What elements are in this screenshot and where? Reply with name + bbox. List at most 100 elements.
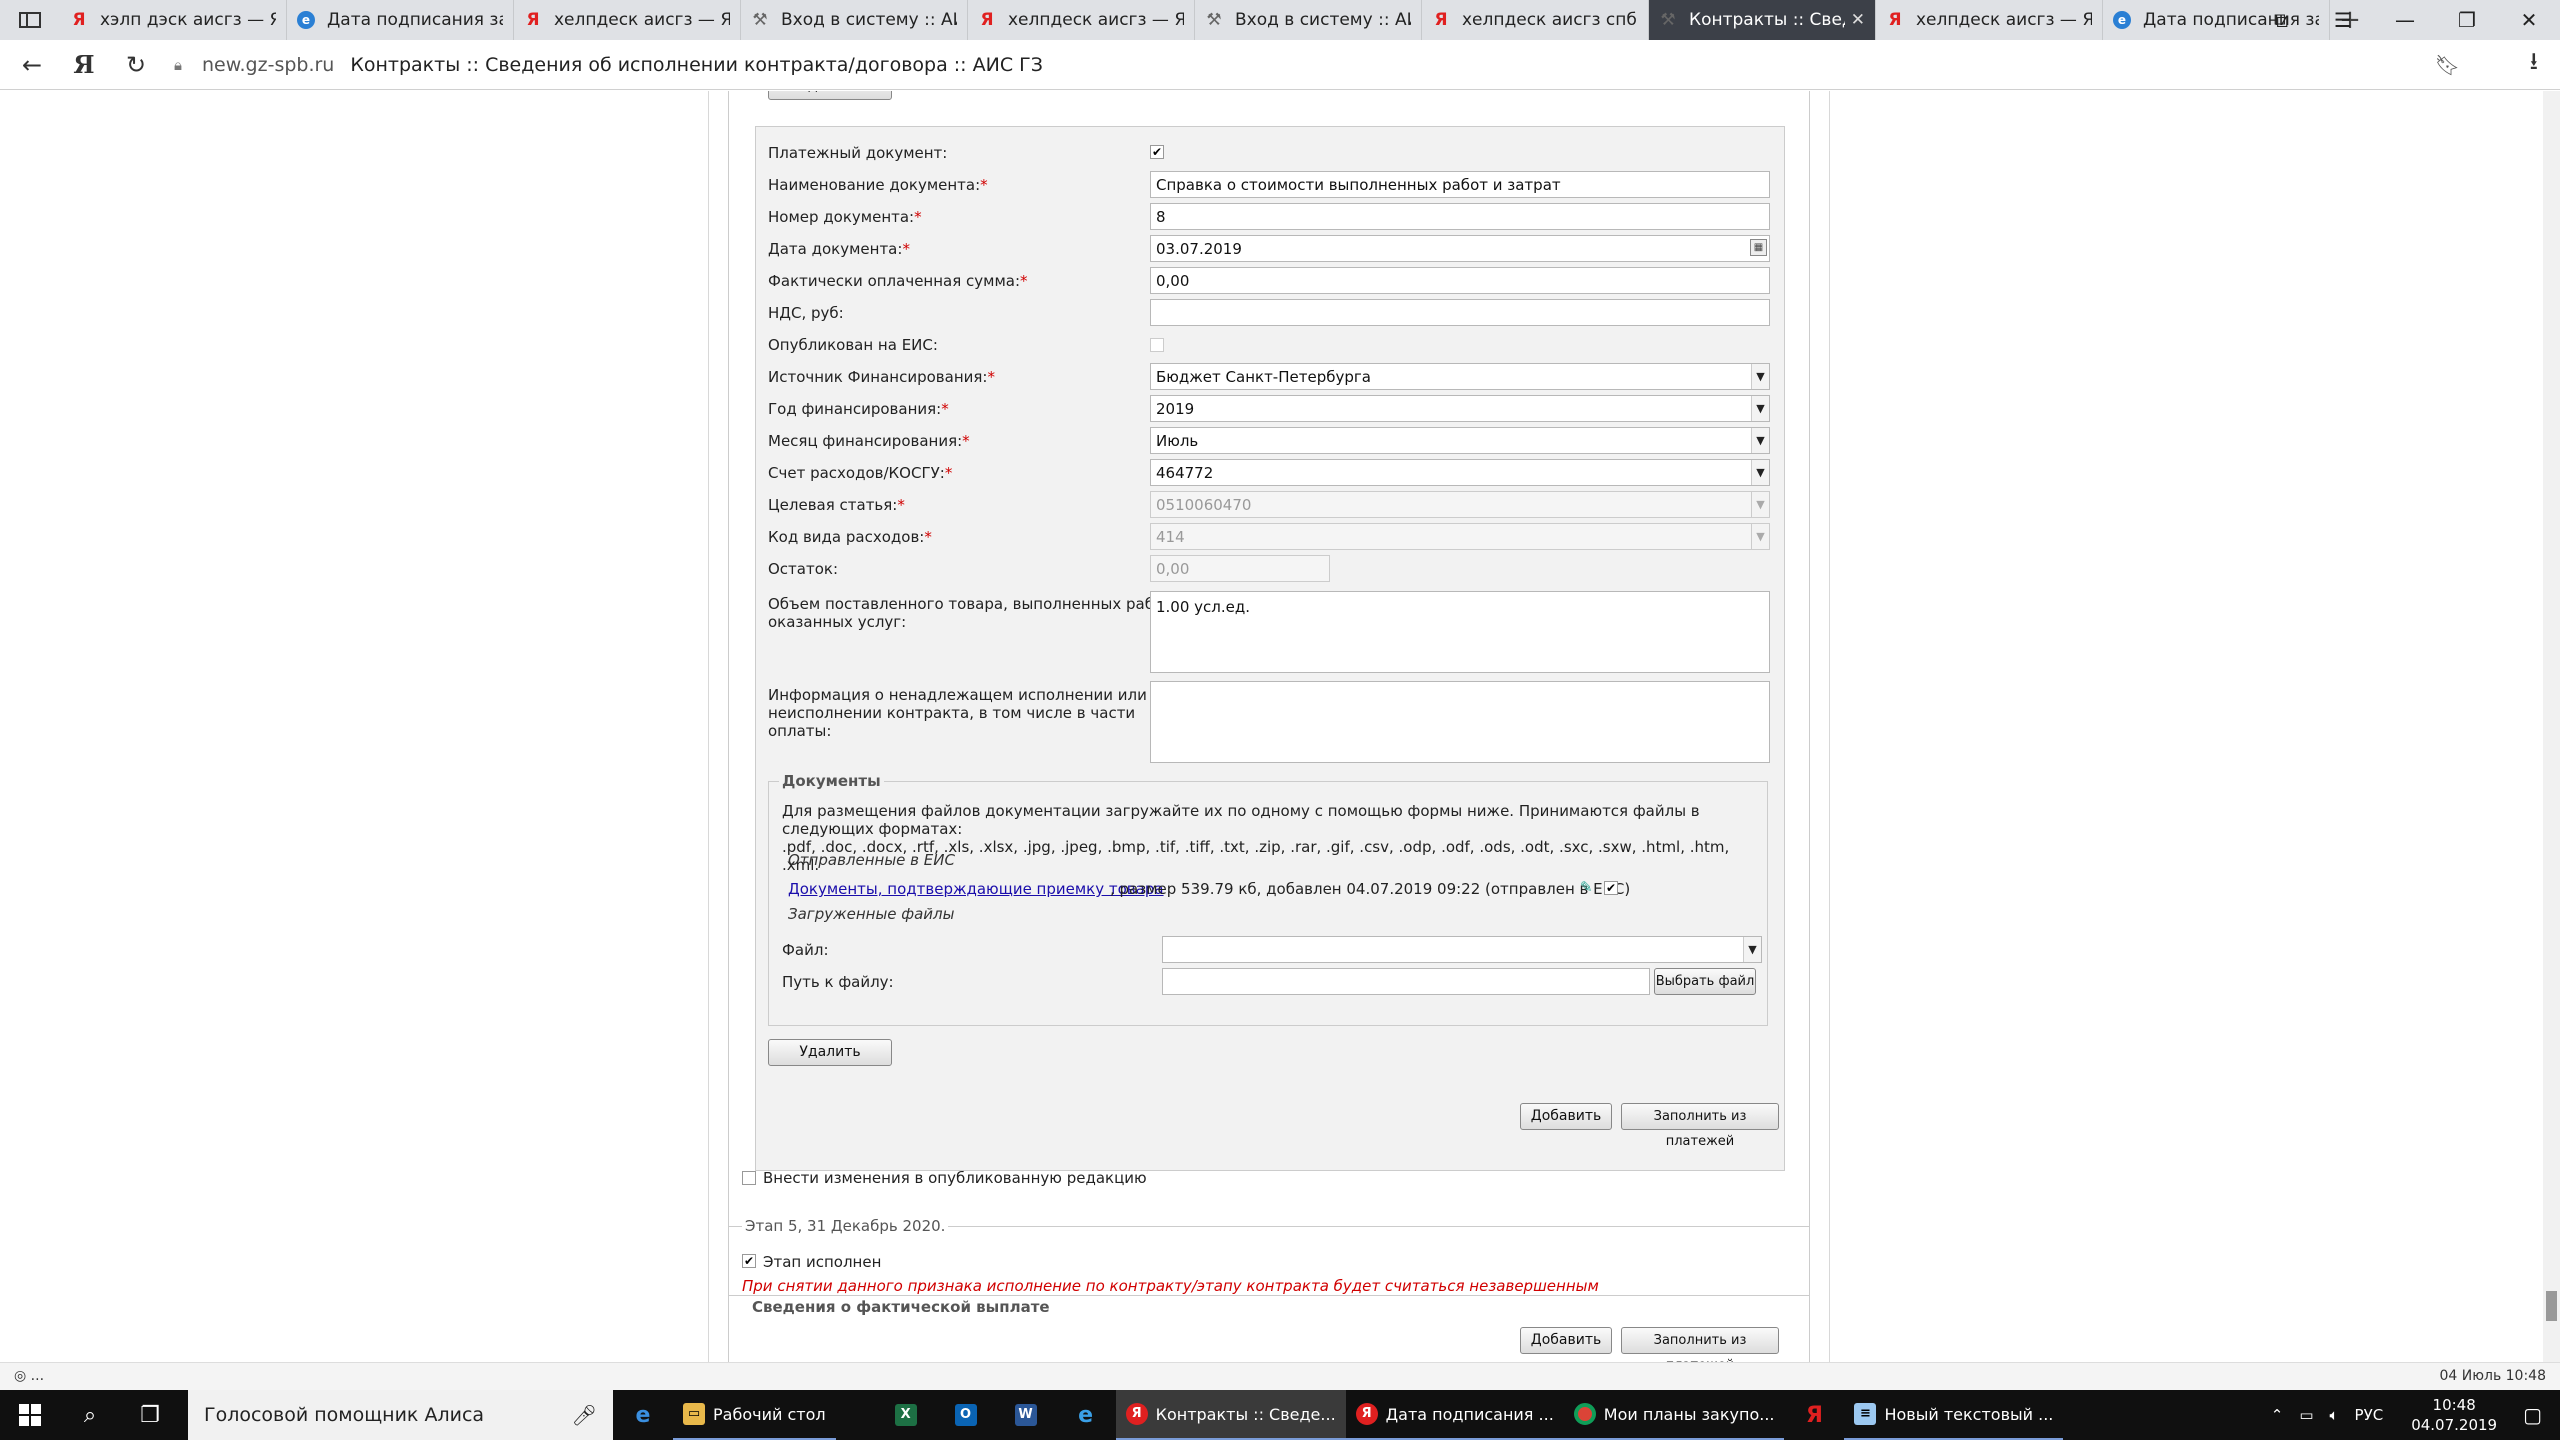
tab-8[interactable]: Яхелпдеск аисгз — Ян	[1876, 0, 2103, 40]
url-page-title[interactable]: Контракты :: Сведения об исполнении конт…	[350, 54, 1043, 76]
ie-icon[interactable]: e	[1056, 1390, 1116, 1440]
fill-from-payments-button[interactable]: Заполнить из платежей	[1621, 1103, 1779, 1149]
delete-button[interactable]: Удалить	[768, 1039, 892, 1066]
sign-icon[interactable]: ✎	[1580, 878, 1593, 896]
sidebar-toggle-icon[interactable]	[0, 0, 60, 40]
source-select[interactable]: Бюджет Санкт-Петербурга ▼	[1150, 363, 1770, 390]
download-icon[interactable]: ⭳	[2530, 44, 2538, 85]
taskbar-app-chrome[interactable]: Мои планы закупо...	[1563, 1390, 1785, 1440]
tab-5[interactable]: ⚒ Вход в систему :: АИС	[1195, 0, 1422, 40]
ais-icon: ⚒	[1206, 10, 1222, 30]
tab-0[interactable]: Яхэлп дэск аисгз — Ян	[60, 0, 287, 40]
scrollbar-thumb[interactable]	[2546, 1291, 2557, 1321]
chevron-down-icon: ▼	[1751, 364, 1769, 389]
stage-done-label[interactable]: Этап исполнен	[763, 1253, 881, 1271]
clock[interactable]: 10:48 04.07.2019	[2411, 1395, 2497, 1435]
doc-name-input[interactable]: Справка о стоимости выполненных работ и …	[1150, 171, 1770, 198]
choose-file-button[interactable]: Выбрать файл	[1654, 968, 1756, 995]
yandex-icon[interactable]: Я	[1784, 1390, 1844, 1440]
ie-icon: e	[297, 11, 315, 29]
minimize-button[interactable]: —	[2374, 0, 2436, 40]
paid-sum-label: Фактически оплаченная сумма:*	[768, 272, 1028, 290]
expense-code-select: 414 ▼	[1150, 523, 1770, 550]
file-label: Файл:	[782, 941, 829, 959]
outlook-icon[interactable]: O	[936, 1390, 996, 1440]
month-select[interactable]: Июль ▼	[1150, 427, 1770, 454]
account-select[interactable]: 464772 ▼	[1150, 459, 1770, 486]
calendar-icon[interactable]: ▦	[1750, 239, 1767, 256]
stage-done-checkbox[interactable]: ✔	[742, 1254, 756, 1268]
fill-from-payments-button-stage5[interactable]: Заполнить из платежей	[1621, 1327, 1779, 1362]
taskbar-app-notepad[interactable]: ≡ Новый текстовый ...	[1844, 1390, 2064, 1440]
tab-7[interactable]: ⚒ Контракты :: Сведе ✕	[1649, 0, 1876, 40]
yandex-icon: Я	[526, 10, 540, 30]
tabs-menu-icon[interactable]: ⧉	[2250, 0, 2312, 40]
search-icon[interactable]: ⌕	[60, 1390, 120, 1440]
year-select[interactable]: 2019 ▼	[1150, 395, 1770, 422]
volume-icon[interactable]: 🔈︎	[2330, 1406, 2339, 1424]
tab-3[interactable]: ⚒ Вход в систему :: АИС	[741, 0, 968, 40]
taskbar-app-desktop[interactable]: ▭ Рабочий стол	[673, 1390, 836, 1440]
url-domain[interactable]: new.gz-spb.ru	[202, 54, 334, 76]
delete-button-top[interactable]: Удалить	[768, 91, 892, 100]
payment-doc-checkbox[interactable]: ✔	[1150, 145, 1164, 159]
taskbar-app-date[interactable]: Я Дата подписания ...	[1345, 1390, 1564, 1440]
maximize-button[interactable]: ❐	[2436, 0, 2498, 40]
bookmark-icon[interactable]: 🔖︎	[2435, 53, 2460, 77]
file-sent-checkbox[interactable]: ✔	[1604, 881, 1618, 895]
windows-start-icon[interactable]	[0, 1390, 60, 1440]
edge-icon[interactable]: e	[613, 1390, 673, 1440]
yandex-logo-icon[interactable]: Я	[64, 45, 104, 85]
doc-date-input[interactable]: 03.07.2019 ▦	[1150, 235, 1770, 262]
menu-icon[interactable]: ☰	[2312, 0, 2374, 40]
target-label: Целевая статья:*	[768, 496, 905, 514]
paid-sum-input[interactable]: 0,00	[1150, 267, 1770, 294]
chevron-down-icon: ▼	[1751, 492, 1769, 517]
doc-name-label: Наименование документа:*	[768, 176, 988, 194]
improper-textarea[interactable]	[1150, 681, 1770, 763]
notifications-icon[interactable]: ▢	[2523, 1403, 2542, 1427]
add-button[interactable]: Добавить	[1520, 1103, 1612, 1130]
vertical-scrollbar[interactable]	[2543, 91, 2560, 1362]
close-window-button[interactable]: ✕	[2498, 0, 2560, 40]
tab-6[interactable]: Яхелпдеск аисгз спб —	[1422, 0, 1649, 40]
publish-changes-label[interactable]: Внести изменения в опубликованную редакц…	[763, 1169, 1147, 1187]
add-button-stage5[interactable]: Добавить	[1520, 1327, 1612, 1354]
doc-number-input[interactable]: 8	[1150, 203, 1770, 230]
taskbar-app-contracts[interactable]: Я Контракты :: Сведе...	[1115, 1390, 1346, 1440]
file-select[interactable]: ▼	[1162, 936, 1762, 963]
tab-4[interactable]: Яхелпдеск аисгз — Ян	[968, 0, 1195, 40]
path-label: Путь к файлу:	[782, 973, 894, 991]
back-button[interactable]: ←	[12, 45, 52, 85]
system-tray: ⌃ ▭ 🔈︎ РУС 10:48 04.07.2019 ▢	[2263, 1390, 2560, 1440]
tab-1[interactable]: e Дата подписания зак	[287, 0, 514, 40]
network-icon[interactable]: ▭	[2299, 1406, 2313, 1424]
excel-icon[interactable]: X	[876, 1390, 936, 1440]
uploaded-files-heading: Загруженные файлы	[788, 905, 955, 923]
notepad-icon: ≡	[1854, 1403, 1877, 1425]
tab-title: Контракты :: Сведе	[1689, 10, 1845, 30]
chevron-down-icon: ▼	[1751, 428, 1769, 453]
word-icon[interactable]: W	[996, 1390, 1056, 1440]
volume-textarea[interactable]: 1.00 усл.ед.	[1150, 591, 1770, 673]
lock-icon: 🔒︎	[174, 55, 182, 74]
language-indicator[interactable]: РУС	[2355, 1406, 2384, 1424]
vat-input[interactable]	[1150, 299, 1770, 326]
microphone-icon[interactable]: 🎤︎	[572, 1403, 597, 1427]
tab-title: Вход в систему :: АИС	[1235, 10, 1411, 30]
alice-search-box[interactable]: Голосовой помощник Алиса 🎤︎	[188, 1390, 613, 1440]
reload-button[interactable]: ↻	[116, 45, 156, 85]
vat-label: НДС, руб:	[768, 304, 844, 322]
remainder-label: Остаток:	[768, 560, 839, 578]
payment-info-heading: Сведения о фактической выплате	[752, 1298, 1050, 1316]
yandex-browser-icon: Я	[1125, 1403, 1148, 1425]
close-tab-icon[interactable]: ✕	[1851, 10, 1865, 30]
task-view-icon[interactable]: ❐	[120, 1390, 180, 1440]
yandex-icon: Я	[980, 10, 994, 30]
year-label: Год финансирования:*	[768, 400, 949, 418]
publish-changes-checkbox[interactable]	[742, 1171, 756, 1185]
file-link[interactable]: Документы, подтверждающие приемку товара	[788, 880, 1164, 898]
file-path-input[interactable]	[1162, 968, 1650, 995]
chevron-up-icon[interactable]: ⌃	[2271, 1406, 2284, 1424]
tab-2[interactable]: Яхелпдеск аисгз — Ян	[514, 0, 741, 40]
